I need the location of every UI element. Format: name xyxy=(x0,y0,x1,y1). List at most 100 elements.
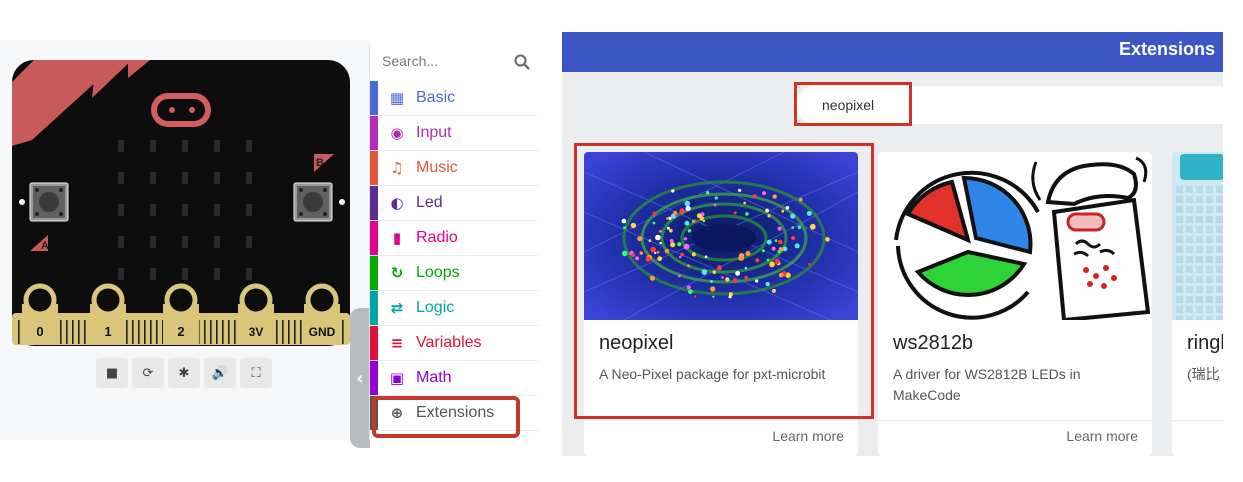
led xyxy=(150,236,156,248)
category-label: Basic xyxy=(416,89,456,106)
grid-icon: ▦ xyxy=(389,89,405,107)
pin-label: 2 xyxy=(177,324,184,339)
category-radio[interactable]: ▮ Radio xyxy=(370,221,538,256)
category-color-bar xyxy=(370,256,378,290)
toolbox-search-input[interactable] xyxy=(382,53,502,69)
shuffle-icon: ⇄ xyxy=(390,299,404,317)
led xyxy=(246,204,252,216)
led xyxy=(246,236,252,248)
calculator-icon: ▣ xyxy=(389,369,405,387)
led xyxy=(150,172,156,184)
simulator-toolbar: ■ ⟳ ✱ 🔊 ⛶ xyxy=(96,358,272,388)
led xyxy=(150,140,156,152)
category-color-bar xyxy=(370,326,378,360)
restart-button[interactable]: ⟳ xyxy=(132,358,164,388)
sound-icon: 🔊 xyxy=(211,365,229,381)
extension-name: ws2812b xyxy=(893,332,974,354)
category-label: Loops xyxy=(416,264,460,281)
fullscreen-button[interactable]: ⛶ xyxy=(240,358,272,388)
category-label: Variables xyxy=(416,334,482,351)
toolbox: ▦ Basic ◉ Input ♫ Music ◐ Led ▮ Radio ↻ Loops ⇄ Logic… xyxy=(369,44,538,440)
simulator-panel: A B 0 1 2 3V GND ■ ⟳ ✱ 🔊 ⛶ ‹ xyxy=(0,40,370,448)
category-label: Radio xyxy=(416,229,458,246)
category-label: Input xyxy=(416,124,452,141)
led xyxy=(182,140,188,152)
sound-button[interactable]: 🔊 xyxy=(204,358,236,388)
category-variables[interactable]: ≡ Variables xyxy=(370,326,538,361)
button-b-label: B xyxy=(316,157,324,169)
led xyxy=(118,236,124,248)
category-math[interactable]: ▣ Math xyxy=(370,361,538,396)
led xyxy=(150,204,156,216)
microbit-board[interactable]: A B 0 1 2 3V GND xyxy=(10,58,354,348)
category-color-bar xyxy=(370,361,378,395)
extension-card-ws2812b[interactable]: ws2812b A driver for WS2812B LEDs in Mak… xyxy=(878,152,1152,456)
extension-description: (瑞比 moto xyxy=(1187,366,1223,382)
pin-label: 0 xyxy=(36,324,43,339)
toggle-icon: ◐ xyxy=(390,194,404,212)
learn-more-link[interactable]: Learn more xyxy=(1066,428,1138,444)
search-icon[interactable] xyxy=(514,54,530,70)
led xyxy=(182,204,188,216)
category-color-bar xyxy=(370,186,378,220)
led xyxy=(182,236,188,248)
led xyxy=(150,268,156,280)
collapse-simulator-button[interactable]: ‹ xyxy=(350,308,370,448)
category-led[interactable]: ◐ Led xyxy=(370,186,538,221)
led xyxy=(118,268,124,280)
search-highlight-box xyxy=(794,82,912,126)
led xyxy=(214,268,220,280)
led xyxy=(214,204,220,216)
pin-label: GND xyxy=(309,325,336,339)
signal-icon: ▮ xyxy=(392,229,402,247)
learn-more-link[interactable]: Learn more xyxy=(772,428,844,444)
extension-description: A driver for WS2812B LEDs in MakeCode xyxy=(893,366,1081,403)
neopixel-highlight-box xyxy=(574,143,874,419)
category-logic[interactable]: ⇄ Logic xyxy=(370,291,538,326)
led xyxy=(182,172,188,184)
extension-card-ringl[interactable]: ringl (瑞比 moto xyxy=(1172,152,1223,456)
pin-0[interactable]: 0 xyxy=(22,283,58,344)
pin-gnd[interactable]: GND xyxy=(304,283,340,344)
target-icon: ◉ xyxy=(390,124,404,142)
button-a-label: A xyxy=(41,240,49,252)
category-basic[interactable]: ▦ Basic xyxy=(370,81,538,116)
led xyxy=(118,140,124,152)
category-music[interactable]: ♫ Music xyxy=(370,151,538,186)
category-label: Led xyxy=(416,194,443,211)
extension-name: ringl xyxy=(1187,332,1223,354)
category-color-bar xyxy=(370,116,378,150)
pin-2[interactable]: 2 xyxy=(163,283,199,344)
stop-button[interactable]: ■ xyxy=(96,358,128,388)
led xyxy=(118,172,124,184)
chevron-left-icon: ‹ xyxy=(356,367,364,389)
category-label: Math xyxy=(416,369,452,386)
pin-3v[interactable]: 3V xyxy=(238,283,274,344)
led xyxy=(246,140,252,152)
headphones-icon: ♫ xyxy=(390,159,404,177)
debug-icon: ✱ xyxy=(178,365,190,381)
category-loops[interactable]: ↻ Loops xyxy=(370,256,538,291)
led xyxy=(182,268,188,280)
restart-icon: ⟳ xyxy=(142,365,154,381)
pin-1[interactable]: 1 xyxy=(90,283,126,344)
ringl-thumbnail xyxy=(1172,152,1223,320)
category-color-bar xyxy=(370,221,378,255)
debug-button[interactable]: ✱ xyxy=(168,358,200,388)
category-label: Music xyxy=(416,159,458,176)
pin-label: 1 xyxy=(104,324,111,339)
ws2812b-thumbnail xyxy=(878,152,1152,320)
led xyxy=(246,268,252,280)
list-icon: ≡ xyxy=(390,334,404,352)
extensions-header: Extensions xyxy=(562,32,1223,72)
loop-icon: ↻ xyxy=(390,264,404,282)
led xyxy=(214,172,220,184)
toolbox-search xyxy=(370,44,538,80)
stop-icon: ■ xyxy=(105,365,119,381)
extensions-title: Extensions xyxy=(1118,39,1215,59)
fullscreen-icon: ⛶ xyxy=(251,365,261,381)
category-input[interactable]: ◉ Input xyxy=(370,116,538,151)
category-color-bar xyxy=(370,81,378,115)
category-color-bar xyxy=(370,151,378,185)
led xyxy=(214,236,220,248)
